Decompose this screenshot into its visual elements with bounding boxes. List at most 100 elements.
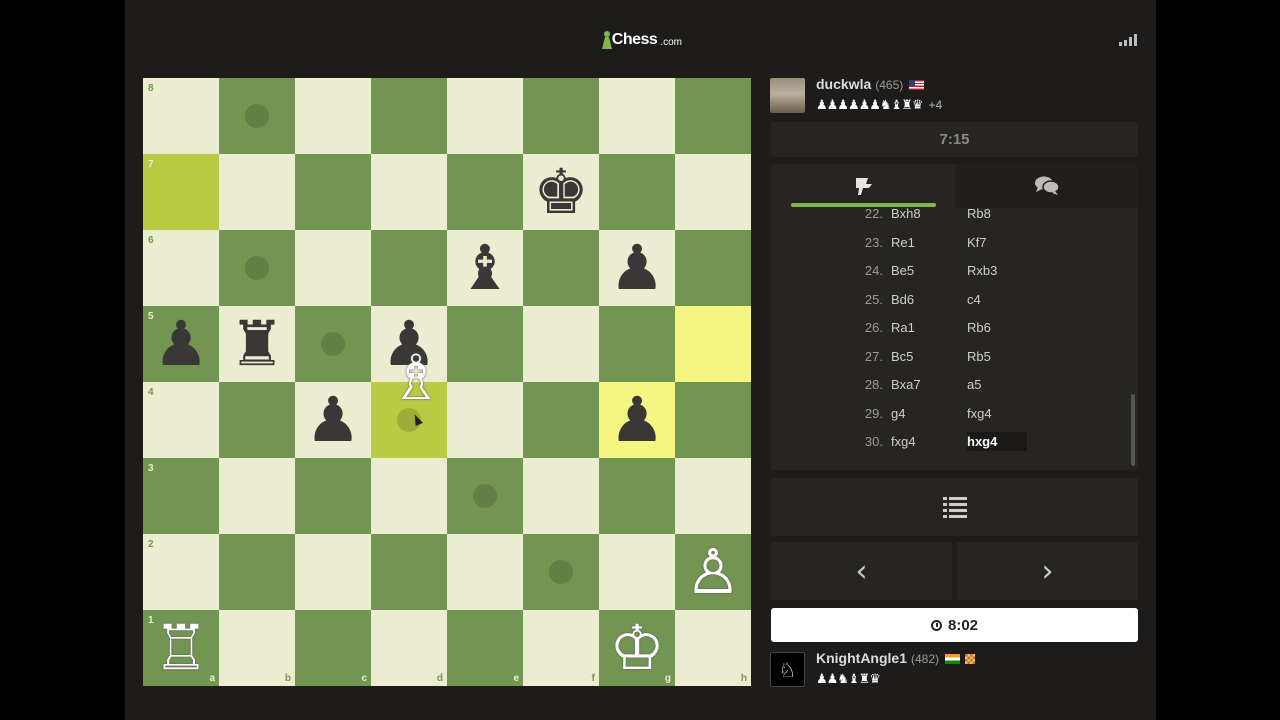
white-move[interactable]: Bxa7 <box>891 377 921 392</box>
black-move[interactable]: c4 <box>967 292 981 307</box>
white-move[interactable]: Bxh8 <box>891 206 921 221</box>
square-a4[interactable]: 4 <box>143 382 219 458</box>
black-move[interactable]: fxg4 <box>967 406 992 421</box>
legal-move-hint[interactable] <box>245 104 269 128</box>
black-move[interactable]: Kf7 <box>967 235 987 250</box>
square-b3[interactable] <box>219 458 295 534</box>
square-h4[interactable] <box>675 382 751 458</box>
avatar[interactable] <box>770 78 805 113</box>
black-pawn[interactable]: ♟ <box>143 306 219 382</box>
square-e5[interactable] <box>447 306 523 382</box>
avatar[interactable]: ♘ <box>770 652 805 687</box>
square-f8[interactable] <box>523 78 599 154</box>
square-d3[interactable] <box>371 458 447 534</box>
black-bishop[interactable]: ♝ <box>447 230 523 306</box>
black-king[interactable]: ♚ <box>523 154 599 230</box>
square-a8[interactable]: 8 <box>143 78 219 154</box>
square-g5[interactable] <box>599 306 675 382</box>
black-move[interactable]: a5 <box>967 377 981 392</box>
square-b4[interactable] <box>219 382 295 458</box>
square-h7[interactable] <box>675 154 751 230</box>
legal-move-hint[interactable] <box>321 332 345 356</box>
square-c1[interactable]: c <box>295 610 371 686</box>
white-move[interactable]: Re1 <box>891 235 915 250</box>
square-b2[interactable] <box>219 534 295 610</box>
black-move[interactable]: Rb5 <box>967 349 991 364</box>
rank-label: 2 <box>148 539 154 550</box>
black-pawn[interactable]: ♟ <box>599 230 675 306</box>
black-move[interactable]: hxg4 <box>967 432 1028 451</box>
square-e3[interactable] <box>447 458 523 534</box>
square-b7[interactable] <box>219 154 295 230</box>
square-a7[interactable]: 7 <box>143 154 219 230</box>
square-b8[interactable] <box>219 78 295 154</box>
chess-board[interactable]: 8 7 6 5 4 3 2 1 a b c d e f g h ♚ ♝ ♟ ♟ ♜ ♟ ♟ ♟ ♙ ♖ ♔ ♗ <box>143 78 751 686</box>
chesscom-logo[interactable]: Chess .com <box>602 28 682 52</box>
move-list[interactable]: 22. Bxh8 Rb8 23. Re1 Kf7 24. Be5 Rxb3 25. Bd6 c4 26.… <box>771 206 1138 470</box>
white-king[interactable]: ♔ <box>599 610 675 686</box>
white-move[interactable]: g4 <box>891 406 905 421</box>
move-row: 28. Bxa7 a5 <box>771 371 1121 399</box>
square-f4[interactable] <box>523 382 599 458</box>
black-pawn[interactable]: ♟ <box>599 382 675 458</box>
previous-move-button[interactable]: ‹ <box>771 542 952 600</box>
square-b1[interactable]: b <box>219 610 295 686</box>
square-a6[interactable]: 6 <box>143 230 219 306</box>
player-username[interactable]: KnightAngle1 <box>816 650 907 666</box>
square-e1[interactable]: e <box>447 610 523 686</box>
next-move-button[interactable]: › <box>957 542 1138 600</box>
black-move[interactable]: Rxb3 <box>967 263 997 278</box>
legal-move-hint[interactable] <box>473 484 497 508</box>
square-h6[interactable] <box>675 230 751 306</box>
white-bishop[interactable]: ♗ <box>378 340 454 416</box>
white-move[interactable]: Bd6 <box>891 292 914 307</box>
square-h1[interactable]: h <box>675 610 751 686</box>
square-g2[interactable] <box>599 534 675 610</box>
square-c6[interactable] <box>295 230 371 306</box>
square-a2[interactable]: 2 <box>143 534 219 610</box>
move-number: 27. <box>864 348 883 364</box>
white-move[interactable]: Ra1 <box>891 320 915 335</box>
square-c5[interactable] <box>295 306 371 382</box>
black-move[interactable]: Rb8 <box>967 206 991 221</box>
square-c7[interactable] <box>295 154 371 230</box>
square-b6[interactable] <box>219 230 295 306</box>
opponent-username[interactable]: duckwla <box>816 76 871 92</box>
square-d1[interactable]: d <box>371 610 447 686</box>
white-move[interactable]: Be5 <box>891 263 914 278</box>
square-g7[interactable] <box>599 154 675 230</box>
white-move[interactable]: Bc5 <box>891 349 913 364</box>
square-d7[interactable] <box>371 154 447 230</box>
square-e2[interactable] <box>447 534 523 610</box>
square-e7[interactable] <box>447 154 523 230</box>
legal-move-hint[interactable] <box>245 256 269 280</box>
white-rook[interactable]: ♖ <box>143 610 219 686</box>
square-f5[interactable] <box>523 306 599 382</box>
black-pawn[interactable]: ♟ <box>295 382 371 458</box>
square-g8[interactable] <box>599 78 675 154</box>
square-d6[interactable] <box>371 230 447 306</box>
square-d8[interactable] <box>371 78 447 154</box>
black-move[interactable]: Rb6 <box>967 320 991 335</box>
square-f3[interactable] <box>523 458 599 534</box>
square-f2[interactable] <box>523 534 599 610</box>
square-f6[interactable] <box>523 230 599 306</box>
scrollbar[interactable] <box>1131 394 1135 466</box>
square-e8[interactable] <box>447 78 523 154</box>
square-h5[interactable] <box>675 306 751 382</box>
square-c8[interactable] <box>295 78 371 154</box>
black-rook[interactable]: ♜ <box>219 306 295 382</box>
square-e4[interactable] <box>447 382 523 458</box>
legal-move-hint[interactable] <box>549 560 573 584</box>
square-g3[interactable] <box>599 458 675 534</box>
square-a3[interactable]: 3 <box>143 458 219 534</box>
square-c3[interactable] <box>295 458 371 534</box>
square-f1[interactable]: f <box>523 610 599 686</box>
square-c2[interactable] <box>295 534 371 610</box>
square-d2[interactable] <box>371 534 447 610</box>
square-h8[interactable] <box>675 78 751 154</box>
white-move[interactable]: fxg4 <box>891 434 916 449</box>
white-pawn[interactable]: ♙ <box>675 534 751 610</box>
move-list-toggle-button[interactable] <box>771 478 1138 536</box>
square-h3[interactable] <box>675 458 751 534</box>
